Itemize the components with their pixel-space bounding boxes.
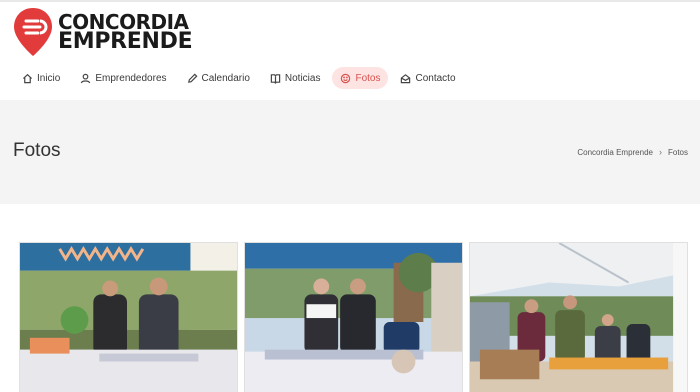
book-icon	[270, 73, 281, 84]
nav-item-noticias[interactable]: Noticias	[262, 67, 329, 89]
logo-line-2: EMPRENDE	[58, 29, 193, 54]
home-icon	[22, 73, 33, 83]
user-icon	[81, 73, 91, 83]
main-nav: Inicio Emprendedores Calendario Noticias…	[14, 66, 468, 90]
photo-thumbnail[interactable]	[244, 242, 463, 392]
pencil-icon	[187, 73, 197, 83]
logo-pin-icon	[14, 8, 52, 56]
nav-item-contacto[interactable]: Contacto	[392, 67, 463, 89]
chevron-right-icon: ›	[658, 147, 662, 157]
photo-thumbnail[interactable]	[469, 242, 688, 392]
nav-item-calendario[interactable]: Calendario	[179, 67, 258, 89]
page-title: Fotos	[13, 140, 61, 161]
nav-label: Noticias	[284, 72, 321, 84]
photo-thumbnail[interactable]	[19, 242, 238, 392]
nav-label: Fotos	[355, 72, 381, 84]
smile-icon	[341, 73, 351, 83]
site-logo[interactable]: CONCORDIA EMPRENDE	[12, 6, 193, 58]
contact-icon	[401, 73, 411, 83]
nav-item-emprendedores[interactable]: Emprendedores	[72, 67, 174, 89]
market-stall-photo-2	[245, 243, 462, 392]
market-stall-photo-1	[20, 243, 237, 392]
photo-gallery	[0, 204, 700, 392]
nav-item-fotos[interactable]: Fotos	[332, 67, 389, 89]
site-header: CONCORDIA EMPRENDE Inicio Emprendedores …	[0, 0, 700, 100]
nav-label: Emprendedores	[95, 72, 167, 84]
breadcrumb-current: Fotos	[667, 147, 688, 157]
page: CONCORDIA EMPRENDE Inicio Emprendedores …	[0, 0, 700, 392]
logo-wordmark: CONCORDIA EMPRENDE	[58, 12, 193, 54]
nav-label: Calendario	[201, 72, 250, 84]
breadcrumb: Concordia Emprende › Fotos	[577, 147, 688, 157]
page-title-band: Fotos Concordia Emprende › Fotos	[0, 100, 700, 204]
breadcrumb-home-link[interactable]: Concordia Emprende	[577, 148, 653, 157]
nav-item-inicio[interactable]: Inicio	[14, 67, 68, 89]
nav-label: Inicio	[37, 72, 61, 84]
nav-label: Contacto	[415, 72, 456, 84]
market-stall-photo-3	[470, 243, 687, 392]
